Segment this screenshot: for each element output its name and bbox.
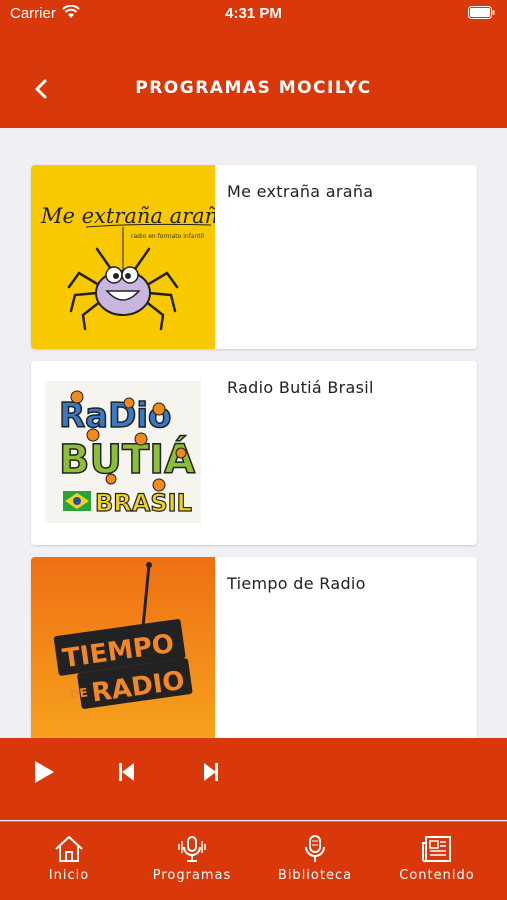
previous-button[interactable] (112, 758, 140, 786)
svg-text:radio en formato infantil: radio en formato infantil (131, 233, 204, 240)
play-icon (35, 761, 54, 783)
tiempo-de-radio-logo: TIEMPO DE RADIO (53, 562, 193, 709)
skip-forward-icon (204, 763, 218, 781)
home-icon (55, 836, 83, 862)
svg-text:BUTIÁ: BUTIÁ (59, 435, 195, 483)
program-thumbnail: TIEMPO DE RADIO (31, 557, 215, 741)
tab-bar: Inicio Programas Biblioteca Contenido (0, 821, 507, 900)
tab-biblioteca[interactable]: Biblioteca (260, 834, 370, 883)
program-card-me-extrana-arana[interactable]: Me extraña araña radio en formato infant… (31, 165, 477, 349)
spider-logo: Me extraña araña radio en formato infant… (40, 204, 215, 331)
tab-label: Contenido (399, 868, 475, 883)
app-header: Carrier 4:31 PM PROGRAMAS MOCILYC (0, 0, 507, 128)
tab-label: Programas (152, 868, 232, 883)
skip-back-icon (119, 763, 134, 781)
next-button[interactable] (196, 758, 224, 786)
tab-contenido[interactable]: Contenido (382, 834, 492, 883)
svg-text:BRASIL: BRASIL (95, 489, 192, 517)
svg-text:DE: DE (69, 685, 89, 701)
battery-icon (468, 6, 495, 19)
status-bar: Carrier 4:31 PM (0, 0, 507, 30)
play-button[interactable] (30, 758, 58, 786)
program-list: Me extraña araña radio en formato infant… (31, 165, 477, 753)
program-card-radio-butia-brasil[interactable]: RaDio BUTIÁ BRASIL Radio Butiá Brasil (31, 361, 477, 545)
microphone-icon (305, 835, 325, 862)
audio-player (0, 738, 507, 820)
radio-butia-logo: RaDio BUTIÁ BRASIL (45, 381, 201, 523)
program-title: Radio Butiá Brasil (227, 378, 374, 397)
tab-label: Inicio (48, 868, 90, 883)
program-thumbnail: Me extraña araña radio en formato infant… (31, 165, 215, 349)
tab-programas[interactable]: Programas (137, 834, 247, 883)
program-title: Me extraña araña (227, 182, 374, 201)
program-card-tiempo-de-radio[interactable]: TIEMPO DE RADIO Tiempo de Radio (31, 557, 477, 741)
newspaper-icon (422, 836, 451, 863)
status-time: 4:31 PM (225, 5, 282, 22)
tab-label: Biblioteca (277, 868, 353, 883)
page-title: PROGRAMAS MOCILYC (135, 78, 372, 98)
program-title: Tiempo de Radio (227, 574, 366, 593)
podcast-icon (178, 836, 206, 862)
program-thumbnail: RaDio BUTIÁ BRASIL (31, 361, 215, 545)
tab-inicio[interactable]: Inicio (14, 834, 124, 883)
